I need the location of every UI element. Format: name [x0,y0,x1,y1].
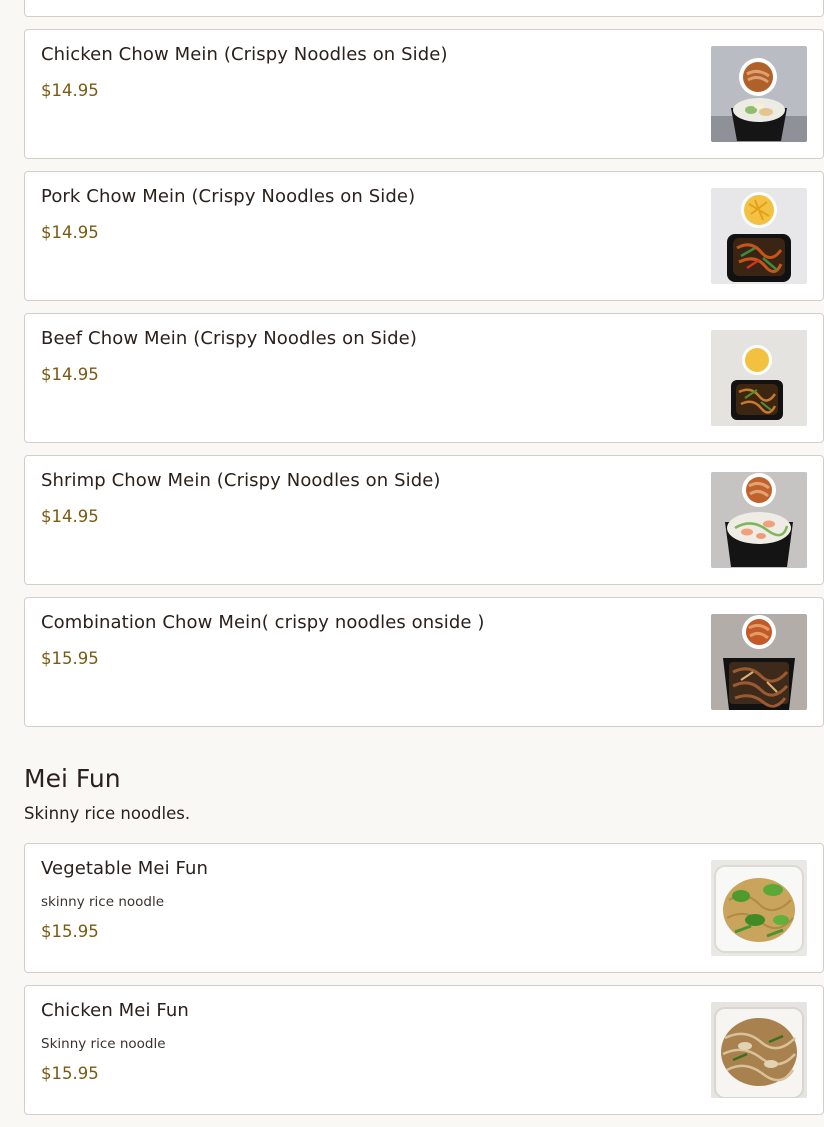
menu-item-price: $14.95 [41,223,99,242]
menu-item-card[interactable]: Chicken Chow Mein (Crispy Noodles on Sid… [24,29,824,159]
menu-item-card[interactable]: Beef Chow Mein (Crispy Noodles on Side) … [24,313,824,443]
menu-item-price: $14.95 [41,81,99,100]
food-photo [711,614,807,710]
menu-item-price: $14.95 [41,365,99,384]
menu-item-name: Chicken Mei Fun [41,1000,189,1021]
menu-item-name: Vegetable Mei Fun [41,858,209,879]
food-photo [711,330,807,426]
menu-item-description: skinny rice noodle [41,894,165,910]
menu-item-card[interactable]: Vegetable Mei Fun skinny rice noodle $15… [24,843,824,973]
food-photo [711,46,807,142]
menu-item-name: Chicken Chow Mein (Crispy Noodles on Sid… [41,44,448,65]
menu-item-card[interactable]: Combination Chow Mein( crispy noodles on… [24,597,824,727]
mei-fun-section-header: Mei Fun Skinny rice noodles. [24,739,824,825]
menu-item-name: Shrimp Chow Mein (Crispy Noodles on Side… [41,470,441,491]
food-photo [711,1002,807,1098]
food-photo [711,188,807,284]
menu-item-card[interactable] [24,0,824,17]
menu-item-card[interactable]: Shrimp Chow Mein (Crispy Noodles on Side… [24,455,824,585]
menu-item-name: Pork Chow Mein (Crispy Noodles on Side) [41,186,416,207]
menu-item-card[interactable]: Pork Chow Mein (Crispy Noodles on Side) … [24,171,824,301]
menu-item-price: $15.95 [41,649,99,668]
menu-item-description: Skinny rice noodle [41,1036,166,1052]
food-photo [711,472,807,568]
section-subtitle: Skinny rice noodles. [24,804,191,823]
menu-item-card[interactable]: Chicken Mei Fun Skinny rice noodle $15.9… [24,985,824,1115]
food-photo [711,860,807,956]
menu-item-price: $14.95 [41,507,99,526]
menu-item-price: $15.95 [41,1064,99,1083]
menu-item-name: Combination Chow Mein( crispy noodles on… [41,612,485,633]
menu-item-name: Beef Chow Mein (Crispy Noodles on Side) [41,328,417,349]
menu-item-price: $15.95 [41,922,99,941]
menu-list: Chicken Chow Mein (Crispy Noodles on Sid… [24,0,824,1127]
section-title: Mei Fun [24,764,121,793]
